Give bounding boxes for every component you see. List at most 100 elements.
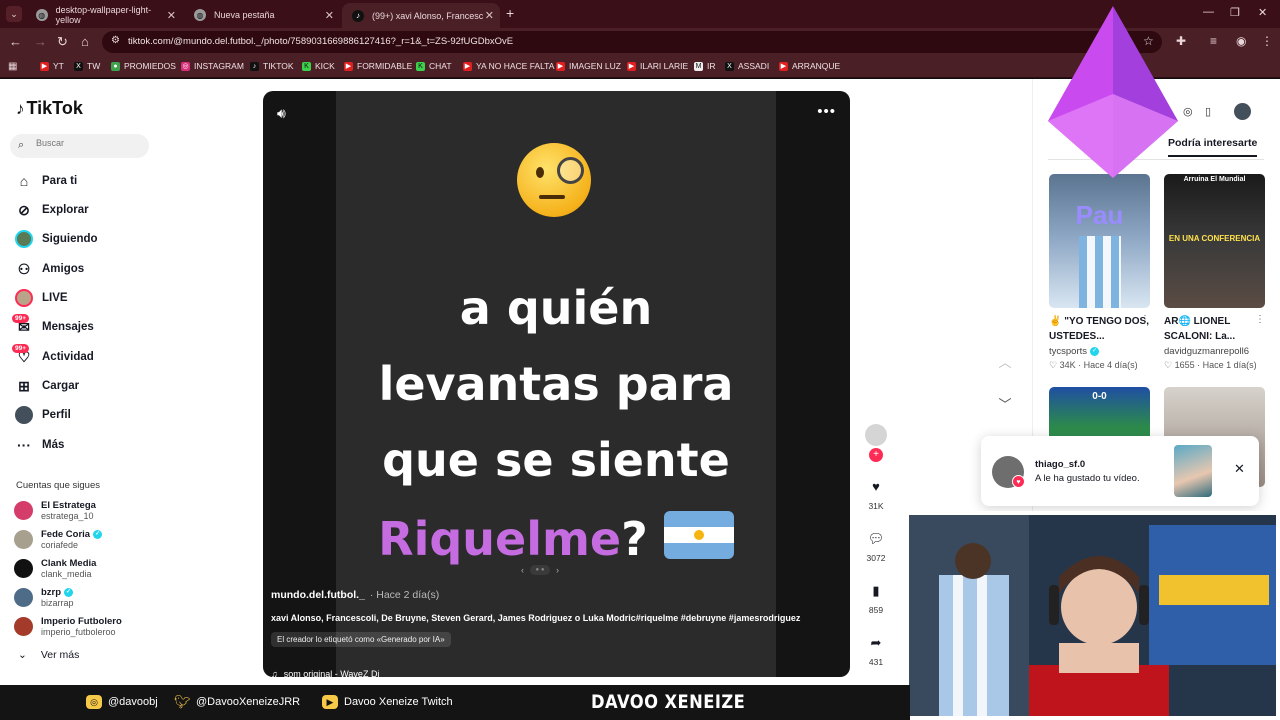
- card-username[interactable]: davidguzmanrepoll6: [1164, 346, 1249, 357]
- bookmark-assadi[interactable]: X ASSADI: [725, 61, 769, 71]
- reading-list-icon[interactable]: ≡: [1210, 34, 1217, 48]
- bookmark-chat[interactable]: K CHAT: [416, 61, 452, 71]
- account-item[interactable]: bzrp ✓ bizarrap: [14, 584, 74, 610]
- nav-amigos[interactable]: ⚇ Amigos: [14, 258, 84, 280]
- account-item[interactable]: Clank Media clank_media: [14, 555, 96, 581]
- site-info-icon[interactable]: ⚙: [111, 35, 120, 46]
- nav-cargar[interactable]: ⊞ Cargar: [14, 375, 79, 397]
- nav-live[interactable]: LIVE: [14, 287, 68, 309]
- activity-badge: 99+: [12, 344, 30, 353]
- user-avatar[interactable]: [1234, 103, 1251, 120]
- comment-button[interactable]: 💬︎ 3072: [858, 528, 894, 563]
- bookmark-promiedos[interactable]: ● PROMIEDOS: [111, 61, 176, 71]
- bookmark-kick[interactable]: K KICK: [302, 61, 335, 71]
- video-author[interactable]: mundo.del.futbol._ · Hace 2 día(s): [271, 589, 439, 601]
- minimize-icon[interactable]: —: [1203, 6, 1214, 18]
- see-more-button[interactable]: ⌄ Ver más: [18, 649, 79, 661]
- nav-siguiendo[interactable]: Siguiendo: [14, 228, 98, 250]
- card-username: tycsports: [1049, 346, 1088, 357]
- tab-recommended[interactable]: Podría interesarte: [1168, 137, 1258, 157]
- nav-perfil[interactable]: Perfil: [14, 404, 71, 426]
- like-notification[interactable]: ♥ thiago_sf.0 A le ha gustado tu vídeo. …: [981, 436, 1259, 506]
- account-item[interactable]: El Estratega estratega_10: [14, 497, 96, 523]
- pyramid-overlay: [1048, 6, 1178, 178]
- close-window-icon[interactable]: ✕: [1258, 6, 1267, 19]
- nav-label: Perfil: [42, 409, 71, 421]
- music-info[interactable]: ♫ som original - WaveZ Dj: [271, 669, 379, 677]
- creator-avatar[interactable]: [865, 424, 887, 446]
- coin-icon[interactable]: ◎: [1183, 105, 1193, 118]
- forward-icon[interactable]: →: [34, 34, 47, 49]
- card-title[interactable]: AR🌐 LIONEL SCALONI: La...: [1164, 314, 1265, 344]
- close-icon[interactable]: ✕: [325, 9, 334, 22]
- more-options-icon[interactable]: ⋮: [1140, 314, 1150, 325]
- avatar: [14, 500, 33, 520]
- bookmark-label: ILARI LARIE: [640, 61, 689, 71]
- bookmark-ilari-larie[interactable]: ▶ ILARI LARIE: [627, 61, 688, 71]
- bookmark-arranque[interactable]: ▶ ARRANQUE: [779, 61, 840, 71]
- like-button[interactable]: ♥ 31K: [858, 476, 894, 511]
- bookmark-yt[interactable]: ▶ YT: [40, 61, 64, 71]
- bookmark-ya-no-hace-falta[interactable]: ▶ YA NO HACE FALTA: [463, 61, 554, 71]
- device-icon[interactable]: ▯: [1205, 105, 1211, 118]
- tab-wallpaper[interactable]: ◍ desktop-wallpaper-light-yellow ✕: [26, 4, 182, 26]
- search-icon[interactable]: ⌕: [18, 139, 24, 152]
- save-button[interactable]: ▮ 859: [858, 580, 894, 615]
- recommended-thumbnail[interactable]: Arruina El Mundial EN UNA CONFERENCIA: [1164, 174, 1265, 308]
- search-input[interactable]: [36, 138, 141, 148]
- menu-icon[interactable]: ⋮: [1261, 34, 1273, 48]
- tab-title: Nueva pestaña: [214, 10, 275, 20]
- account-item[interactable]: Fede Coria ✓ coriafede: [14, 526, 103, 552]
- profile-icon[interactable]: ◉: [1236, 34, 1246, 48]
- account-item[interactable]: Imperio Futbolero imperio_futboleroo: [14, 613, 122, 639]
- more-options-icon[interactable]: •••: [817, 103, 836, 120]
- tab-search-button[interactable]: ⌄: [6, 6, 22, 22]
- volume-icon[interactable]: 🔊︎: [277, 105, 286, 122]
- reload-icon[interactable]: ↻: [57, 34, 68, 50]
- nav-mas[interactable]: ··· Más: [14, 434, 64, 456]
- more-options-icon[interactable]: ⋮: [1255, 314, 1265, 325]
- chevron-right-icon[interactable]: ›: [556, 565, 559, 575]
- bookmark-ir[interactable]: M IR: [694, 61, 716, 71]
- youtube-icon: ▶: [627, 61, 636, 71]
- chevron-left-icon[interactable]: ‹: [521, 565, 524, 575]
- tiktok-logo[interactable]: ♪ TikTok: [16, 98, 83, 119]
- video-player[interactable]: 🔊︎ ••• a quién levantas para que se sien…: [263, 91, 850, 677]
- bookmark-label: YT: [53, 61, 64, 71]
- bookmark-tw[interactable]: X TW: [74, 61, 100, 71]
- follow-plus-icon[interactable]: +: [869, 448, 883, 462]
- bookmark-instagram[interactable]: ◎ INSTAGRAM: [181, 61, 244, 71]
- back-icon[interactable]: ←: [9, 34, 22, 49]
- bookmark-label: IMAGEN LUZ: [569, 61, 621, 71]
- bookmark-tiktok[interactable]: ♪ TIKTOK: [250, 61, 294, 71]
- monocle-face-emoji: [517, 143, 591, 217]
- close-icon[interactable]: ✕: [485, 9, 494, 22]
- address-bar[interactable]: ⚙ tiktok.com/@mundo.del.futbol._/photo/7…: [102, 31, 1162, 53]
- account-name: bzrp: [41, 586, 62, 598]
- chevron-up-icon[interactable]: ︿: [991, 349, 1019, 377]
- tab-new-tab[interactable]: ◍ Nueva pestaña ✕: [184, 4, 340, 26]
- avatar: [14, 558, 33, 578]
- share-button[interactable]: ➦ 431: [858, 632, 894, 667]
- nav-mensajes[interactable]: ✉ 99+ Mensajes: [12, 314, 94, 338]
- recommended-thumbnail[interactable]: Pau: [1049, 174, 1150, 308]
- share-count: 431: [868, 657, 884, 667]
- bookmark-formidable[interactable]: ▶ FORMIDABLE: [344, 61, 412, 71]
- card-user[interactable]: tycsports ✓: [1049, 346, 1100, 357]
- like-count: 31K: [868, 501, 884, 511]
- tab-tiktok[interactable]: ♪ (99+) xavi Alonso, Francesc... ✕: [342, 3, 500, 28]
- nav-explorar[interactable]: ⊘ Explorar: [14, 199, 89, 221]
- home-icon[interactable]: ⌂: [81, 34, 89, 49]
- bookmark-label: TIKTOK: [263, 61, 294, 71]
- chevron-down-icon[interactable]: ﹀: [991, 391, 1019, 419]
- card-title[interactable]: ✌️ "YO TENGO DOS, USTEDES...: [1049, 314, 1150, 344]
- close-icon[interactable]: ✕: [167, 9, 176, 22]
- restore-icon[interactable]: ❐: [1230, 6, 1240, 19]
- nav-para-ti[interactable]: ⌂ Para ti: [14, 170, 77, 192]
- apps-grid-icon[interactable]: ▦: [8, 61, 17, 72]
- close-icon[interactable]: ✕: [1234, 461, 1245, 477]
- nav-actividad[interactable]: ♡ 99+ Actividad: [12, 344, 94, 368]
- nav-label: Explorar: [42, 204, 89, 216]
- bookmark-imagen-luz[interactable]: ▶ IMAGEN LUZ: [556, 61, 621, 71]
- new-tab-icon[interactable]: +: [506, 5, 514, 21]
